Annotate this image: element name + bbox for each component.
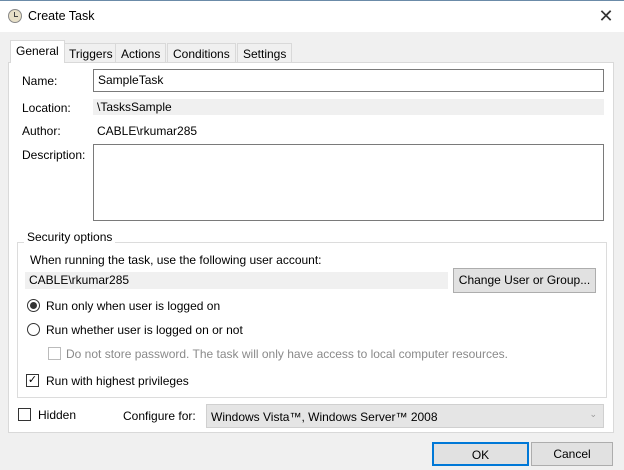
ok-button[interactable]: OK (432, 442, 529, 466)
no-store-password-checkbox[interactable] (48, 347, 61, 360)
clock-icon (8, 9, 22, 23)
user-account-value: CABLE\rkumar285 (25, 272, 448, 289)
name-label: Name: (22, 74, 58, 88)
configure-for-label: Configure for: (123, 409, 196, 423)
name-input[interactable]: SampleTask (93, 69, 604, 92)
tab-settings[interactable]: Settings (237, 43, 293, 63)
location-label: Location: (22, 101, 71, 115)
author-value: CABLE\rkumar285 (97, 124, 198, 138)
chevron-down-icon: ⌄ (589, 409, 597, 419)
hidden-label[interactable]: Hidden (38, 408, 76, 422)
run-whether-radio[interactable] (27, 323, 40, 336)
configure-for-value: Windows Vista™, Windows Server™ 2008 (211, 410, 438, 424)
highest-privileges-checkbox[interactable]: ✓ (26, 374, 39, 387)
location-value: \TasksSample (93, 99, 604, 115)
account-prompt: When running the task, use the following… (30, 253, 322, 267)
tab-triggers[interactable]: Triggers (63, 43, 119, 63)
description-label: Description: (22, 148, 86, 162)
configure-for-select[interactable]: Windows Vista™, Windows Server™ 2008 ⌄ (206, 404, 604, 428)
highest-privileges-label[interactable]: Run with highest privileges (46, 374, 189, 388)
description-input[interactable] (93, 144, 604, 221)
close-icon[interactable]: ✕ (596, 6, 616, 27)
change-user-button[interactable]: Change User or Group... (453, 268, 596, 293)
tab-actions[interactable]: Actions (115, 43, 167, 63)
tab-general[interactable]: General (10, 40, 65, 63)
cancel-button[interactable]: Cancel (531, 442, 613, 466)
security-options-title: Security options (24, 230, 116, 244)
window-title: Create Task (28, 9, 95, 23)
tab-conditions[interactable]: Conditions (167, 43, 236, 63)
hidden-checkbox[interactable] (18, 408, 31, 421)
author-label: Author: (22, 124, 61, 138)
no-store-password-label: Do not store password. The task will onl… (66, 347, 508, 361)
run-logged-on-label[interactable]: Run only when user is logged on (46, 299, 220, 313)
run-whether-label[interactable]: Run whether user is logged on or not (46, 323, 243, 337)
run-logged-on-radio[interactable] (27, 299, 40, 312)
